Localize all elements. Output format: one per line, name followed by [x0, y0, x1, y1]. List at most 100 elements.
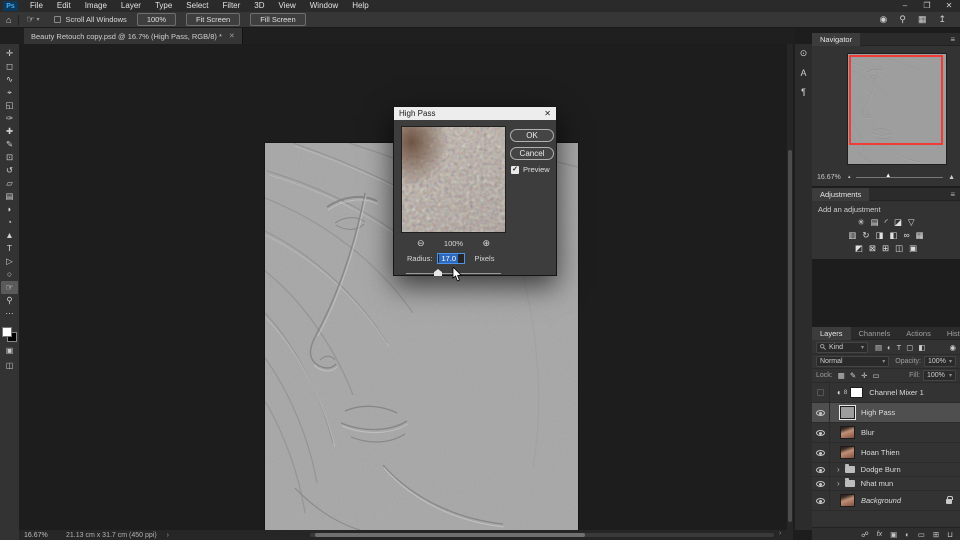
visibility-toggle[interactable] — [812, 491, 830, 510]
group-expander-icon[interactable]: › — [837, 479, 840, 488]
tab-actions[interactable]: Actions — [898, 327, 939, 340]
crop-tool[interactable]: ◱ — [1, 99, 18, 112]
lasso-tool[interactable]: ∿ — [1, 73, 18, 86]
status-arrow-icon[interactable]: › — [167, 532, 169, 539]
filter-shape-layers-icon[interactable]: ▢ — [906, 343, 913, 352]
curves-icon[interactable]: ◜ — [885, 217, 888, 228]
zoom-100-button[interactable]: 100% — [137, 13, 176, 26]
tab-navigator[interactable]: Navigator — [812, 33, 860, 46]
status-zoom-field[interactable]: 16.67% — [24, 532, 58, 539]
layer-name[interactable]: Hoan Thien — [861, 448, 900, 457]
layer-name[interactable]: Background — [861, 496, 901, 505]
horizontal-scrollbar[interactable] — [310, 533, 774, 537]
new-group-icon[interactable]: ▭ — [918, 530, 925, 539]
filter-toggle-icon[interactable]: ◉ — [949, 343, 956, 352]
share-icon[interactable]: ↥ — [938, 14, 946, 25]
channel-mixer-icon[interactable]: ∞ — [904, 230, 910, 241]
eyedropper-tool[interactable]: ✑ — [1, 112, 18, 125]
zoom-in-icon[interactable]: ⊕ — [482, 238, 490, 249]
menu-view[interactable]: View — [272, 0, 303, 12]
layer-mask-thumbnail[interactable] — [850, 387, 863, 398]
menu-filter[interactable]: Filter — [216, 0, 248, 12]
pen-tool[interactable]: ▲ — [1, 229, 18, 242]
navigator-slider-thumb[interactable]: ▲ — [885, 173, 891, 179]
close-button[interactable]: ✕ — [938, 0, 960, 12]
marquee-tool[interactable]: ◻ — [1, 60, 18, 73]
threshold-icon[interactable]: ⊞ — [882, 243, 889, 254]
layer-row-channel-mixer[interactable]: ◐ 8 Channel Mixer 1 — [812, 383, 960, 403]
character-panel-icon[interactable]: A — [800, 68, 806, 78]
layer-row-high-pass[interactable]: High Pass — [812, 403, 960, 423]
radius-slider-thumb[interactable] — [434, 269, 442, 276]
hand-tool-icon[interactable]: ☞ — [26, 14, 34, 25]
menu-3d[interactable]: 3D — [247, 0, 271, 12]
filter-preview[interactable] — [401, 126, 506, 233]
blend-mode-select[interactable]: Normal ▾ — [816, 356, 889, 367]
tab-adjustments[interactable]: Adjustments — [812, 188, 869, 201]
menu-layer[interactable]: Layer — [114, 0, 148, 12]
type-tool[interactable]: T — [1, 242, 18, 255]
healing-brush-tool[interactable]: ✚ — [1, 125, 18, 138]
history-panel-icon[interactable]: ⊙ — [800, 48, 808, 59]
menu-window[interactable]: Window — [303, 0, 345, 12]
group-expander-icon[interactable]: › — [837, 465, 840, 474]
menu-select[interactable]: Select — [179, 0, 215, 12]
tab-channels[interactable]: Channels — [851, 327, 899, 340]
zoom-tool[interactable]: ⚲ — [1, 294, 18, 307]
layer-group-nhat-mun[interactable]: › Nhat mun — [812, 477, 960, 491]
panel-menu-icon[interactable]: ≡ — [950, 35, 960, 44]
lock-transparency-icon[interactable]: ▦ — [838, 371, 845, 380]
gradient-map-icon[interactable]: ▣ — [909, 243, 917, 254]
account-icon[interactable]: ◉ — [879, 14, 887, 25]
edit-toolbar[interactable]: ⋯ — [1, 307, 18, 320]
move-tool[interactable]: ✛ — [1, 47, 18, 60]
preview-checkbox-row[interactable]: ✓ Preview — [511, 165, 550, 174]
vibrance-icon[interactable]: ▽ — [908, 217, 915, 228]
layer-thumbnail[interactable] — [840, 446, 855, 459]
quick-mask-button[interactable]: ▣ — [1, 345, 18, 357]
vertical-scrollbar[interactable] — [787, 44, 793, 530]
dodge-tool[interactable]: ◔ — [1, 216, 18, 229]
visibility-toggle[interactable] — [812, 463, 830, 476]
layer-name[interactable]: High Pass — [861, 408, 895, 417]
new-adjustment-icon[interactable]: ◐ — [905, 530, 910, 539]
levels-icon[interactable]: ▤ — [871, 217, 879, 228]
group-name[interactable]: Nhat mun — [861, 479, 894, 488]
layer-effects-icon[interactable]: fx — [877, 531, 882, 538]
fill-screen-button[interactable]: Fill Screen — [250, 13, 305, 26]
object-selection-tool[interactable]: ⌖ — [1, 86, 18, 99]
layer-thumbnail[interactable] — [840, 406, 855, 419]
layer-filter-select[interactable]: Kind ▾ — [816, 342, 868, 353]
menu-edit[interactable]: Edit — [50, 0, 78, 12]
menu-file[interactable]: File — [23, 0, 50, 12]
horizontal-scrollbar-thumb[interactable] — [315, 533, 585, 537]
layer-thumbnail[interactable] — [840, 494, 855, 507]
chevron-down-icon[interactable]: ▾ — [37, 16, 40, 23]
selective-color-icon[interactable]: ◫ — [895, 243, 903, 254]
minimize-button[interactable]: – — [894, 0, 916, 12]
zoom-in-mountain-icon[interactable]: ▲ — [948, 174, 960, 181]
posterize-icon[interactable]: ⊠ — [869, 243, 876, 254]
menu-image[interactable]: Image — [78, 0, 114, 12]
ok-button[interactable]: OK — [510, 129, 554, 142]
filter-type-layers-icon[interactable]: T — [897, 343, 902, 352]
search-icon[interactable]: ⚲ — [899, 14, 906, 25]
navigator-zoom-slider[interactable]: ▲ — [856, 177, 944, 178]
screen-mode-button[interactable]: ◫ — [1, 360, 18, 372]
layer-row-blur[interactable]: Blur — [812, 423, 960, 443]
black-white-icon[interactable]: ◨ — [876, 230, 884, 241]
brush-tool[interactable]: ✎ — [1, 138, 18, 151]
opacity-select[interactable]: 100% ▾ — [924, 356, 956, 367]
color-swatches[interactable] — [2, 327, 17, 342]
restore-button[interactable]: ❐ — [916, 0, 938, 12]
dialog-close-icon[interactable]: ✕ — [544, 109, 551, 118]
path-selection-tool[interactable]: ▷ — [1, 255, 18, 268]
layer-row-background[interactable]: Background — [812, 491, 960, 511]
gradient-tool[interactable]: ▤ — [1, 190, 18, 203]
lock-paint-icon[interactable]: ✎ — [850, 371, 856, 380]
visibility-toggle[interactable] — [812, 443, 830, 462]
document-tab[interactable]: Beauty Retouch copy.psd @ 16.7% (High Pa… — [24, 28, 243, 44]
home-icon[interactable]: ⌂ — [6, 15, 11, 25]
fill-select[interactable]: 100% ▾ — [923, 370, 956, 381]
hue-saturation-icon[interactable]: ▥ — [848, 230, 856, 241]
